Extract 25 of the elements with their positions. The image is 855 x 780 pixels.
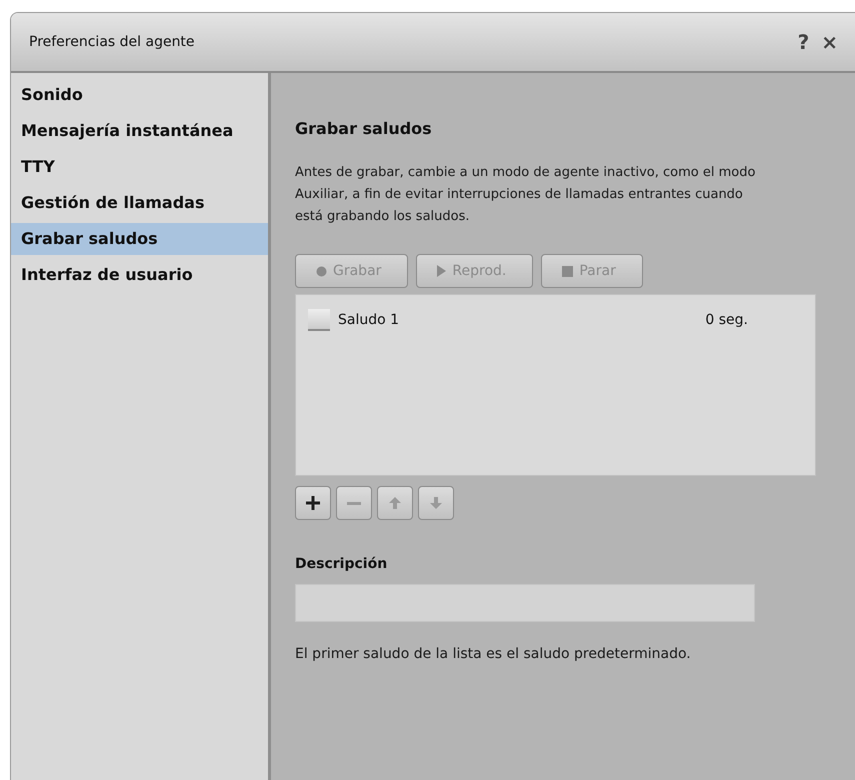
- sidebar-item[interactable]: Grabar saludos: [11, 223, 268, 255]
- description-field[interactable]: [295, 584, 755, 622]
- greeting-duration: 0 seg.: [705, 312, 748, 328]
- footer-note: El primer saludo de la lista es el saludo predeterminado.: [295, 646, 692, 662]
- sidebar-item[interactable]: Gestión de llamadas: [11, 187, 268, 219]
- add-button[interactable]: [295, 486, 331, 520]
- stop-icon: [562, 266, 574, 276]
- description-label: Descripción: [295, 556, 388, 572]
- help-button[interactable]: ?: [792, 30, 816, 54]
- minus-icon: [347, 502, 361, 504]
- sidebar-item[interactable]: Interfaz de usuario: [11, 259, 268, 291]
- arrow-down-icon: [430, 497, 442, 509]
- sidebar-item[interactable]: Sonido: [11, 79, 268, 111]
- close-button[interactable]: ×: [815, 30, 844, 54]
- greeting-name: Saludo 1: [338, 312, 400, 328]
- section-heading: Grabar saludos: [295, 119, 433, 138]
- intro-text: Antes de grabar, cambie a un modo de agente inactivo, como el modo Auxiliar, a fin de evitar interrupciones de llamadas entrantes cuando está grabando los saludos.: [295, 164, 756, 226]
- sidebar-item[interactable]: TTY: [11, 151, 268, 183]
- arrow-up-icon: [389, 497, 401, 509]
- play-icon: [437, 265, 446, 277]
- window-title: Preferencias del agente: [29, 34, 196, 50]
- checkbox[interactable]: [308, 309, 330, 331]
- plus-icon: [306, 496, 320, 510]
- record-icon: [316, 266, 327, 276]
- sidebar-item[interactable]: Mensajería instantánea: [11, 115, 268, 147]
